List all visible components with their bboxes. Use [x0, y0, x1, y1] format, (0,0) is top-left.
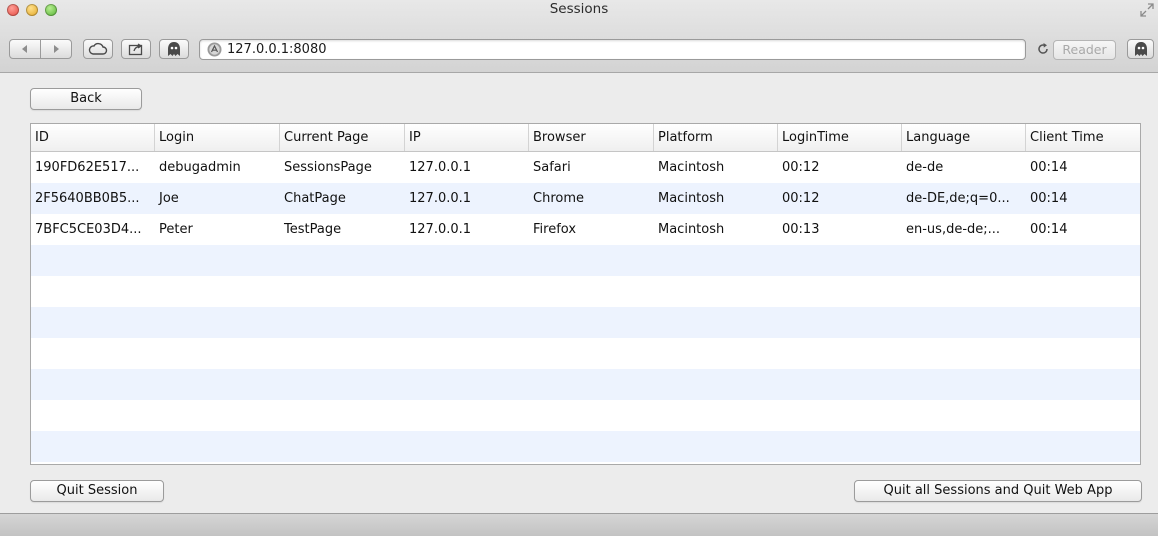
column-header[interactable]: LoginTime: [778, 124, 902, 151]
table-cell: Chrome: [533, 191, 584, 206]
column-header[interactable]: Platform: [654, 124, 778, 151]
back-button[interactable]: Back: [30, 88, 142, 110]
table-cell: 00:12: [782, 191, 820, 206]
table-cell: TestPage: [284, 222, 342, 237]
reload-icon[interactable]: [1036, 42, 1050, 56]
table-cell: 127.0.0.1: [409, 191, 472, 206]
table-cell: 00:14: [1030, 222, 1068, 237]
empty-row: [31, 338, 1140, 369]
sessions-table: ID Login Current Page IP Browser Platform Logi…: [30, 123, 1141, 465]
table-cell: 190FD62E517...: [35, 160, 140, 175]
triangle-right-icon: [53, 45, 59, 53]
column-header[interactable]: Browser: [529, 124, 654, 151]
table-row[interactable]: 7BFC5CE03D4... Peter TestPage 127.0.0.1 Fire…: [31, 214, 1140, 245]
table-cell: 00:12: [782, 160, 820, 175]
window-title: Sessions: [549, 1, 609, 17]
back-forward-buttons: [9, 39, 72, 59]
status-bar: [0, 513, 1158, 536]
table-cell: 00:14: [1030, 160, 1068, 175]
table-cell: Peter: [159, 222, 193, 237]
table-cell: Safari: [533, 160, 571, 175]
table-cell: debugadmin: [159, 160, 241, 175]
icloud-tabs-button[interactable]: [83, 39, 113, 59]
extension-button-right[interactable]: [1127, 39, 1154, 59]
cloud-icon: [88, 42, 108, 55]
reader-button[interactable]: Reader: [1053, 40, 1116, 60]
column-header[interactable]: Client Time: [1026, 124, 1140, 151]
quit-session-button[interactable]: Quit Session: [30, 480, 164, 502]
quit-all-sessions-button[interactable]: Quit all Sessions and Quit Web App: [854, 480, 1142, 502]
table-cell: 00:13: [782, 222, 820, 237]
triangle-left-icon: [22, 45, 27, 53]
table-row[interactable]: 190FD62E517... debugadmin SessionsPage 127.…: [31, 152, 1140, 183]
empty-row: [31, 245, 1140, 276]
empty-row: [31, 400, 1140, 431]
table-cell: 127.0.0.1: [409, 160, 472, 175]
table-row[interactable]: 2F5640BB0B5... Joe ChatPage 127.0.0.1 Chrome…: [31, 183, 1140, 214]
table-cell: 127.0.0.1: [409, 222, 472, 237]
column-header[interactable]: Language: [902, 124, 1026, 151]
fullscreen-icon[interactable]: [1140, 3, 1154, 17]
table-cell: Joe: [159, 191, 179, 206]
empty-row: [31, 431, 1140, 462]
empty-row: [31, 369, 1140, 400]
address-text: 127.0.0.1:8080: [227, 42, 327, 57]
address-bar[interactable]: 127.0.0.1:8080: [199, 39, 1026, 60]
table-cell: en-us,de-de;...: [906, 222, 1001, 237]
table-cell: Macintosh: [658, 191, 725, 206]
column-header[interactable]: ID: [31, 124, 155, 151]
table-cell: de-de: [906, 160, 944, 175]
column-header[interactable]: Current Page: [280, 124, 405, 151]
column-header[interactable]: Login: [155, 124, 280, 151]
table-cell: Macintosh: [658, 222, 725, 237]
empty-row: [31, 307, 1140, 338]
browser-window: Sessions 127.0.0.1:8080 Reader Back ID L…: [0, 0, 1158, 536]
table-cell: 00:14: [1030, 191, 1068, 206]
table-cell: Firefox: [533, 222, 577, 237]
table-cell: de-DE,de;q=0...: [906, 191, 1010, 206]
browser-back-button[interactable]: [10, 40, 40, 58]
share-button[interactable]: [121, 39, 151, 59]
site-favicon-icon: [207, 42, 222, 57]
empty-row: [31, 276, 1140, 307]
browser-forward-button[interactable]: [41, 40, 71, 58]
table-cell: 7BFC5CE03D4...: [35, 222, 142, 237]
ghostery-icon: [168, 42, 180, 56]
ghostery-icon: [1134, 42, 1147, 56]
table-cell: Macintosh: [658, 160, 725, 175]
table-header: ID Login Current Page IP Browser Platform Logi…: [31, 124, 1140, 152]
title-toolbar: Sessions 127.0.0.1:8080 Reader: [0, 0, 1158, 73]
table-cell: 2F5640BB0B5...: [35, 191, 140, 206]
page-content: Back ID Login Current Page IP Browser Platfor…: [0, 73, 1158, 513]
table-body: 190FD62E517... debugadmin SessionsPage 127.…: [31, 152, 1140, 462]
share-icon: [128, 43, 143, 56]
table-cell: ChatPage: [284, 191, 346, 206]
extension-button[interactable]: [159, 39, 189, 59]
column-header[interactable]: IP: [405, 124, 529, 151]
table-cell: SessionsPage: [284, 160, 372, 175]
